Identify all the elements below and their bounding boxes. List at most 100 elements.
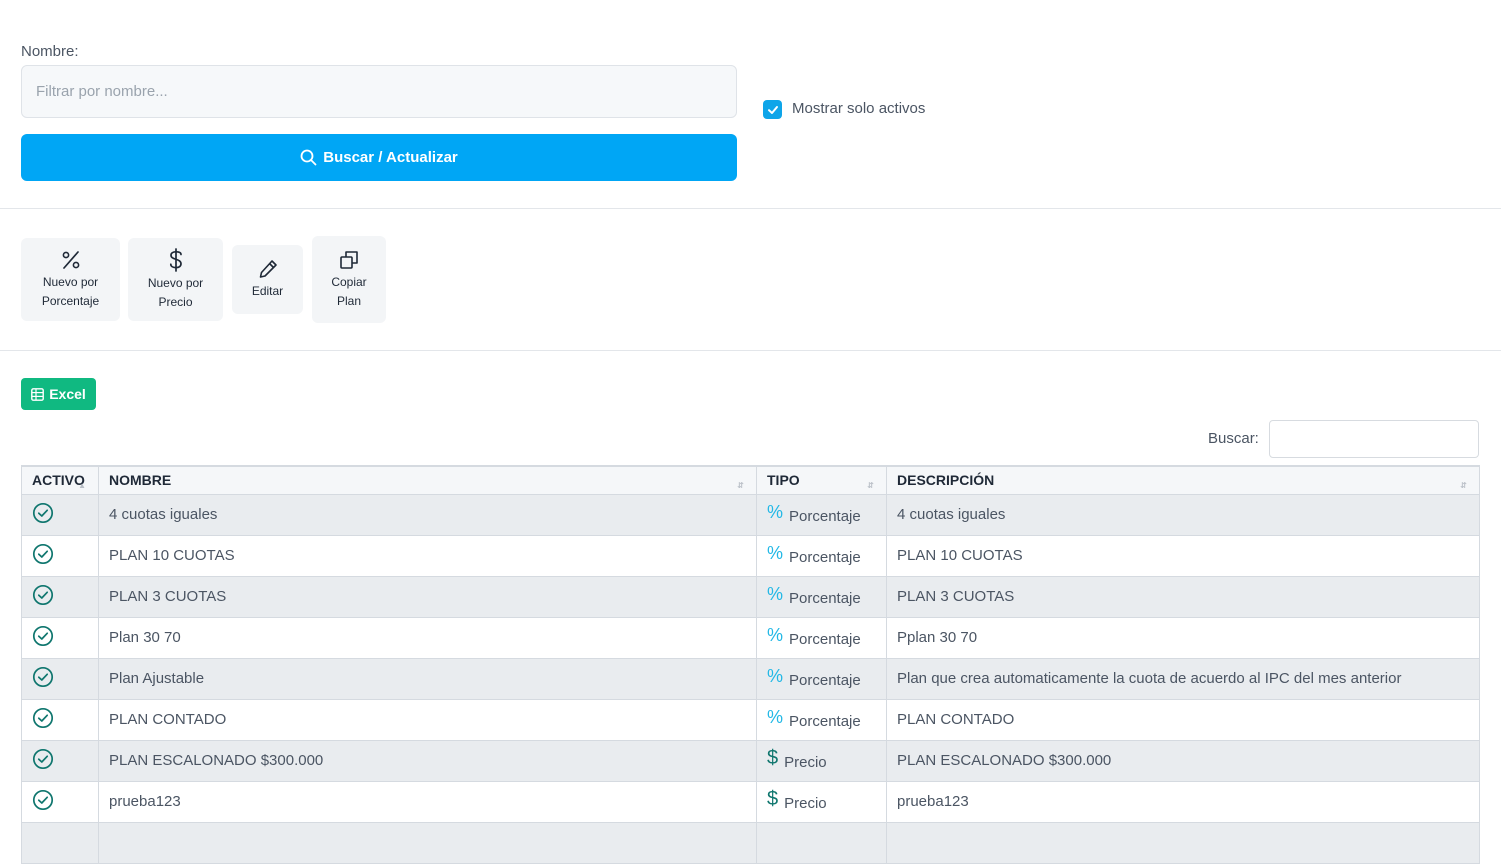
cell-tipo: % Porcentaje (756, 534, 887, 577)
check-circle-icon (32, 543, 54, 564)
dollar-icon: $ (767, 787, 779, 810)
new-percentage-plan-button[interactable]: Nuevo por Porcentaje (21, 238, 120, 321)
table-row[interactable]: PLAN 10 CUOTAS% Porcentaje PLAN 10 CUOTAS (21, 534, 1480, 577)
check-circle-icon (32, 584, 54, 605)
cell-tipo: % Porcentaje (756, 698, 887, 741)
cell-nombre: 4 cuotas iguales (98, 493, 757, 536)
col-header-activo-label: ACTIVO (32, 472, 85, 489)
table-row[interactable]: Plan Ajustable% Porcentaje Plan que crea a… (21, 657, 1480, 700)
copy-line2: Plan (336, 293, 362, 308)
cell-activo (21, 657, 99, 700)
table-row[interactable] (21, 821, 1480, 864)
cell-nombre: PLAN ESCALONADO $300.000 (98, 739, 757, 782)
cell-nombre: Plan 30 70 (98, 616, 757, 659)
cell-descripcion: Plan que crea automaticamente la cuota d… (886, 657, 1480, 700)
cell-descripcion: PLAN ESCALONADO $300.000 (886, 739, 1480, 782)
col-header-descripcion-label: DESCRIPCIÓN (897, 472, 995, 489)
name-filter-label: Nombre: (21, 43, 79, 60)
new-percentage-line1: Nuevo por (42, 274, 99, 289)
sort-icon: ⇵ (867, 480, 874, 490)
percent-icon: % (767, 583, 784, 604)
check-circle-icon (32, 502, 54, 523)
table-cell (98, 821, 757, 864)
table-row[interactable]: Plan 30 70% Porcentaje Pplan 30 70 (21, 616, 1480, 659)
percent-icon: % (767, 706, 784, 727)
table-row[interactable]: 4 cuotas iguales% Porcentaje 4 cuotas igua… (21, 493, 1480, 536)
table-search-label: Buscar: (1208, 430, 1259, 447)
active-only-checkbox[interactable] (763, 100, 782, 119)
tipo-label: Porcentaje (789, 508, 861, 525)
table-cell (756, 821, 887, 864)
divider (0, 208, 1501, 209)
col-header-activo[interactable]: ACTIVO ▲ (21, 465, 99, 495)
table-row[interactable]: PLAN ESCALONADO $300.000 $ Precio PLAN ESCA… (21, 739, 1480, 782)
divider (0, 350, 1501, 351)
table-cell (886, 821, 1480, 864)
sort-icon: ▲ (78, 480, 86, 490)
col-header-tipo[interactable]: TIPO ⇵ (756, 465, 887, 495)
search-icon (300, 149, 317, 166)
cell-tipo: % Porcentaje (756, 616, 887, 659)
cell-descripcion: prueba123 (886, 780, 1480, 823)
excel-icon (31, 387, 45, 401)
percent-icon: % (767, 624, 784, 645)
search-refresh-label: Buscar / Actualizar (323, 149, 458, 166)
tipo-label: Porcentaje (789, 713, 861, 730)
col-header-descripcion[interactable]: DESCRIPCIÓN ⇵ (886, 465, 1480, 495)
cell-activo (21, 616, 99, 659)
table-row[interactable]: PLAN 3 CUOTAS% Porcentaje PLAN 3 CUOTAS (21, 575, 1480, 618)
new-price-line2: Precio (158, 294, 193, 309)
edit-plan-button[interactable]: Editar (232, 245, 303, 314)
percent-icon (62, 250, 79, 269)
check-circle-icon (32, 625, 54, 646)
active-only-toggle[interactable]: Mostrar solo activos (763, 97, 925, 119)
percent-icon: % (767, 665, 784, 686)
excel-export-button[interactable]: Excel (21, 378, 96, 410)
cell-activo (21, 780, 99, 823)
col-header-nombre-label: NOMBRE (109, 472, 172, 489)
tipo-label: Porcentaje (789, 672, 861, 689)
tipo-label: Porcentaje (789, 549, 861, 566)
cell-nombre: PLAN 3 CUOTAS (98, 575, 757, 618)
cell-tipo: $ Precio (756, 739, 887, 782)
table-row[interactable]: PLAN CONTADO% Porcentaje PLAN CONTADO (21, 698, 1480, 741)
table-search-input[interactable] (1269, 420, 1479, 458)
dollar-icon: $ (767, 746, 779, 769)
copy-line1: Copiar (331, 274, 367, 289)
sort-icon: ⇵ (1460, 480, 1467, 490)
excel-label: Excel (49, 386, 86, 402)
pencil-icon (259, 260, 277, 278)
cell-descripcion: PLAN 3 CUOTAS (886, 575, 1480, 618)
search-refresh-button[interactable]: Buscar / Actualizar (21, 134, 737, 181)
cell-descripcion: PLAN 10 CUOTAS (886, 534, 1480, 577)
cell-descripcion: 4 cuotas iguales (886, 493, 1480, 536)
check-circle-icon (32, 748, 54, 769)
table-cell (21, 821, 99, 864)
new-price-line1: Nuevo por (147, 275, 204, 290)
cell-tipo: % Porcentaje (756, 657, 887, 700)
cell-activo (21, 493, 99, 536)
col-header-tipo-label: TIPO (767, 472, 800, 489)
cell-activo (21, 575, 99, 618)
tipo-label: Precio (784, 795, 827, 812)
name-filter-input[interactable] (21, 65, 737, 118)
copy-icon (340, 250, 358, 269)
table-row[interactable]: prueba123 $ Precio prueba123 (21, 780, 1480, 823)
dollar-icon (169, 247, 182, 272)
edit-label: Editar (251, 284, 284, 298)
table-body: 4 cuotas iguales% Porcentaje 4 cuotas igua… (21, 493, 1480, 864)
percent-icon: % (767, 542, 784, 563)
new-price-plan-button[interactable]: Nuevo por Precio (128, 238, 223, 321)
cell-tipo: % Porcentaje (756, 493, 887, 536)
percent-icon: % (767, 501, 784, 522)
cell-activo (21, 739, 99, 782)
col-header-nombre[interactable]: NOMBRE ⇵ (98, 465, 757, 495)
cell-activo (21, 534, 99, 577)
copy-plan-button[interactable]: Copiar Plan (312, 236, 386, 323)
cell-tipo: % Porcentaje (756, 575, 887, 618)
table-header-row: ACTIVO ▲ NOMBRE ⇵ TIPO ⇵ DESCRIPCIÓN ⇵ (21, 465, 1480, 495)
check-circle-icon (32, 789, 54, 810)
cell-descripcion: Pplan 30 70 (886, 616, 1480, 659)
tipo-label: Porcentaje (789, 631, 861, 648)
plans-table: ACTIVO ▲ NOMBRE ⇵ TIPO ⇵ DESCRIPCIÓN ⇵ 4 cuo… (21, 465, 1480, 864)
